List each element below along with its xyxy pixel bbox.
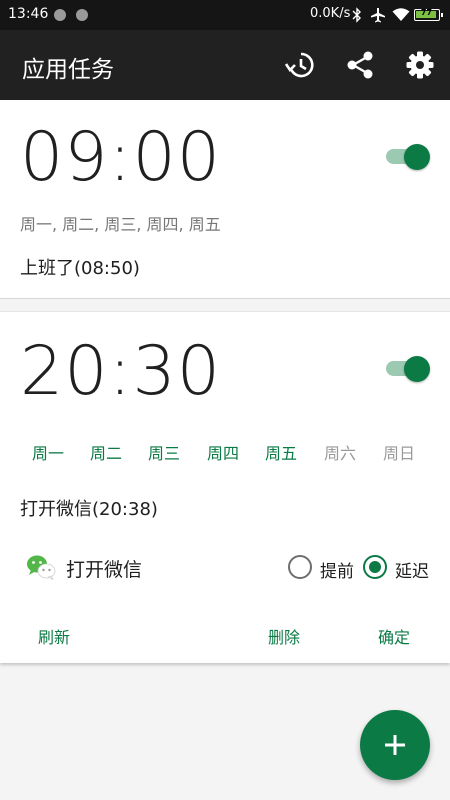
history-icon[interactable] (284, 49, 316, 81)
radio-before-label[interactable]: 提前 (320, 557, 354, 582)
share-icon[interactable] (344, 49, 376, 81)
day-toggle-sat[interactable]: 周六 (324, 440, 356, 464)
task-time[interactable]: 20:30 (20, 332, 221, 411)
wifi-icon (392, 8, 410, 21)
notification-icon (76, 9, 88, 21)
app-name[interactable]: 打开微信 (66, 555, 142, 582)
network-speed: 0.0K/s (310, 6, 351, 21)
radio-after[interactable] (363, 555, 387, 579)
app-bar: 应用任务 (0, 30, 450, 100)
plus-icon (385, 735, 405, 755)
day-toggle-mon[interactable]: 周一 (32, 440, 64, 464)
wechat-icon (27, 555, 56, 580)
battery-icon: 77 (414, 8, 443, 21)
status-time: 13:46 (8, 6, 49, 22)
delete-button[interactable]: 删除 (268, 624, 300, 648)
add-task-button[interactable] (360, 710, 430, 780)
radio-before[interactable] (288, 555, 312, 579)
settings-icon[interactable] (404, 49, 436, 81)
day-toggle-wed[interactable]: 周三 (148, 440, 180, 464)
battery-level: 77 (420, 8, 433, 17)
task-days-summary: 周一, 周二, 周三, 周四, 周五 (20, 215, 221, 234)
day-toggle-thu[interactable]: 周四 (207, 440, 239, 464)
refresh-button[interactable]: 刷新 (38, 624, 70, 648)
radio-after-label[interactable]: 延迟 (395, 557, 429, 582)
airplane-icon (371, 8, 385, 23)
task-card-expanded: 20:30 周一 周二 周三 周四 周五 周六 周日 打开微信(20:38) 打… (0, 311, 450, 663)
task-card[interactable]: 09:00 周一, 周二, 周三, 周四, 周五 上班了(08:50) (0, 100, 450, 299)
bluetooth-icon (352, 7, 361, 23)
day-toggle-fri[interactable]: 周五 (265, 440, 297, 464)
day-toggle-tue[interactable]: 周二 (90, 440, 122, 464)
task-time[interactable]: 09:00 (20, 118, 221, 197)
task-label: 上班了(08:50) (20, 258, 140, 279)
confirm-button[interactable]: 确定 (378, 624, 410, 648)
task-enable-toggle[interactable] (386, 142, 430, 170)
task-label[interactable]: 打开微信(20:38) (20, 495, 158, 521)
day-toggle-sun[interactable]: 周日 (383, 440, 415, 464)
notification-icon (54, 9, 66, 21)
page-title: 应用任务 (22, 57, 114, 83)
task-enable-toggle[interactable] (386, 354, 430, 382)
status-bar: 13:46 0.0K/s 77 (0, 0, 450, 30)
